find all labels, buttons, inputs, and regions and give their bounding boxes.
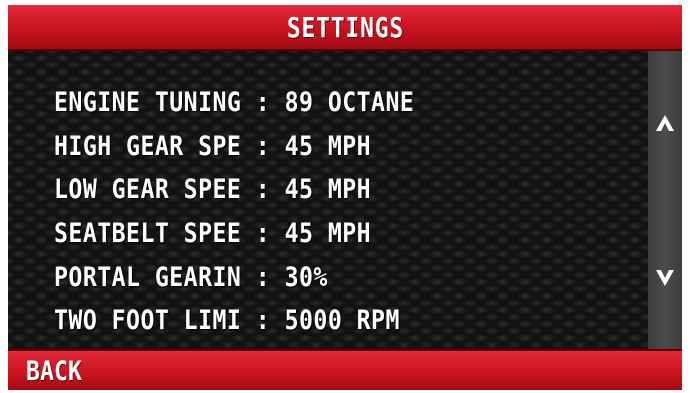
setting-separator: : — [255, 218, 271, 250]
scroll-down-button[interactable] — [648, 258, 682, 298]
footer-bar: BACK — [8, 349, 682, 390]
setting-separator: : — [255, 261, 271, 293]
setting-label: TWO FOOT LIMI — [54, 305, 242, 337]
setting-value: 89 OCTANE — [284, 87, 415, 119]
setting-row-two-foot-limit[interactable]: TWO FOOT LIMI : 5000 RPM — [54, 299, 414, 343]
scroll-up-button[interactable] — [648, 103, 682, 143]
back-button[interactable]: BACK — [26, 356, 82, 387]
setting-label: PORTAL GEARIN — [54, 261, 242, 293]
setting-row-high-gear-speed[interactable]: HIGH GEAR SPE : 45 MPH — [54, 125, 414, 169]
settings-screen: SETTINGS ENGINE TUNING : 89 OCTANE HIGH … — [8, 5, 682, 390]
setting-row-portal-gearing[interactable]: PORTAL GEARIN : 30% — [54, 255, 414, 299]
setting-separator: : — [255, 130, 271, 162]
setting-separator: : — [255, 87, 271, 119]
settings-list: ENGINE TUNING : 89 OCTANE HIGH GEAR SPE … — [54, 81, 473, 343]
setting-label: LOW GEAR SPEE — [54, 174, 242, 206]
setting-value: 45 MPH — [284, 174, 372, 206]
setting-value: 45 MPH — [284, 218, 372, 250]
page-title: SETTINGS — [286, 10, 404, 44]
setting-value: 45 MPH — [284, 130, 372, 162]
setting-value: 5000 RPM — [284, 305, 400, 337]
arrow-down-icon — [654, 268, 676, 288]
setting-row-low-gear-speed[interactable]: LOW GEAR SPEE : 45 MPH — [54, 168, 414, 212]
arrow-up-icon — [654, 113, 676, 133]
setting-label: ENGINE TUNING — [54, 87, 242, 119]
scrollbar[interactable] — [648, 51, 682, 349]
setting-row-seatbelt-speed[interactable]: SEATBELT SPEE : 45 MPH — [54, 212, 414, 256]
header-bar: SETTINGS — [8, 5, 682, 51]
setting-separator: : — [255, 305, 271, 337]
setting-label: HIGH GEAR SPE — [54, 130, 242, 162]
setting-row-engine-tuning[interactable]: ENGINE TUNING : 89 OCTANE — [54, 81, 414, 125]
setting-value: 30% — [284, 261, 328, 293]
settings-panel: ENGINE TUNING : 89 OCTANE HIGH GEAR SPE … — [8, 51, 648, 349]
setting-label: SEATBELT SPEE — [54, 218, 242, 250]
setting-separator: : — [255, 174, 271, 206]
